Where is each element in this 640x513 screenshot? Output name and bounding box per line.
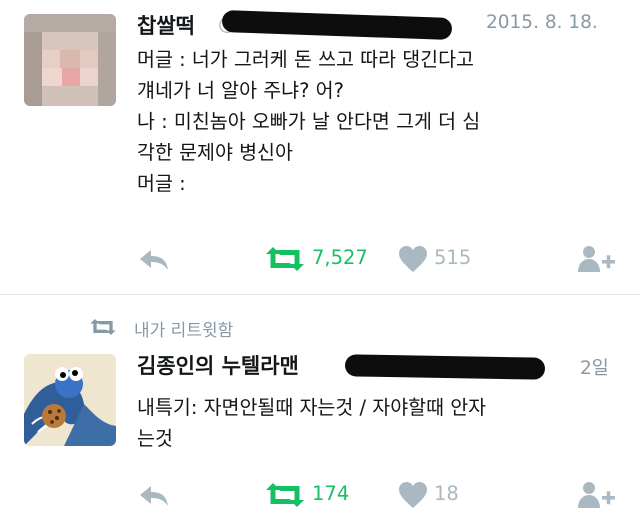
- author-name[interactable]: 김종인의 누텔라맨: [137, 350, 299, 380]
- tweet-text: 내특기: 자면안될때 자는것 / 자야할때 안자 는것: [137, 396, 487, 450]
- handle-redaction: [221, 9, 453, 41]
- retweet-icon: [266, 483, 304, 507]
- author-name[interactable]: 찹쌀떡: [137, 10, 195, 40]
- heart-icon: [399, 246, 427, 272]
- add-user-icon: [578, 246, 615, 272]
- follow-button[interactable]: [578, 245, 618, 273]
- heart-icon: [399, 482, 427, 508]
- tweet-text: 머글 : 너가 그러케 돈 쓰고 따라 댕긴다고 걔네가 너 알아 주냐? 어?…: [137, 48, 481, 195]
- tweet-date[interactable]: 2일: [580, 354, 609, 380]
- avatar[interactable]: [24, 354, 116, 446]
- tweet-divider: [0, 294, 640, 295]
- follow-button[interactable]: [578, 481, 618, 509]
- retweet-count[interactable]: 174: [312, 482, 349, 505]
- tweet-2[interactable]: 내가 리트윗함 김종인의 누텔라맨 kingking 2일 내특기: 자면안될때…: [0, 296, 640, 513]
- like-button[interactable]: [398, 481, 428, 509]
- retweet-button[interactable]: [264, 246, 306, 272]
- add-user-icon: [578, 482, 615, 508]
- tweet-date[interactable]: 2015. 8. 18.: [486, 12, 598, 33]
- retweet-button[interactable]: [264, 482, 306, 508]
- retweet-icon: [266, 247, 304, 271]
- tweet-1[interactable]: 찹쌀떡 @M 2015. 8. 18. 머글 : 너가 그러케 돈 쓰고 따라 …: [0, 0, 640, 292]
- like-button[interactable]: [398, 245, 428, 273]
- retweet-count[interactable]: 7,527: [312, 246, 368, 269]
- like-count[interactable]: 18: [434, 482, 459, 505]
- reply-icon[interactable]: [137, 246, 171, 272]
- like-count[interactable]: 515: [434, 246, 471, 269]
- retweeted-by-label[interactable]: 내가 리트윗함: [134, 316, 233, 341]
- reply-icon[interactable]: [137, 482, 171, 508]
- handle-redaction: [344, 354, 546, 380]
- avatar[interactable]: [24, 14, 116, 106]
- retweeted-icon: [89, 318, 117, 336]
